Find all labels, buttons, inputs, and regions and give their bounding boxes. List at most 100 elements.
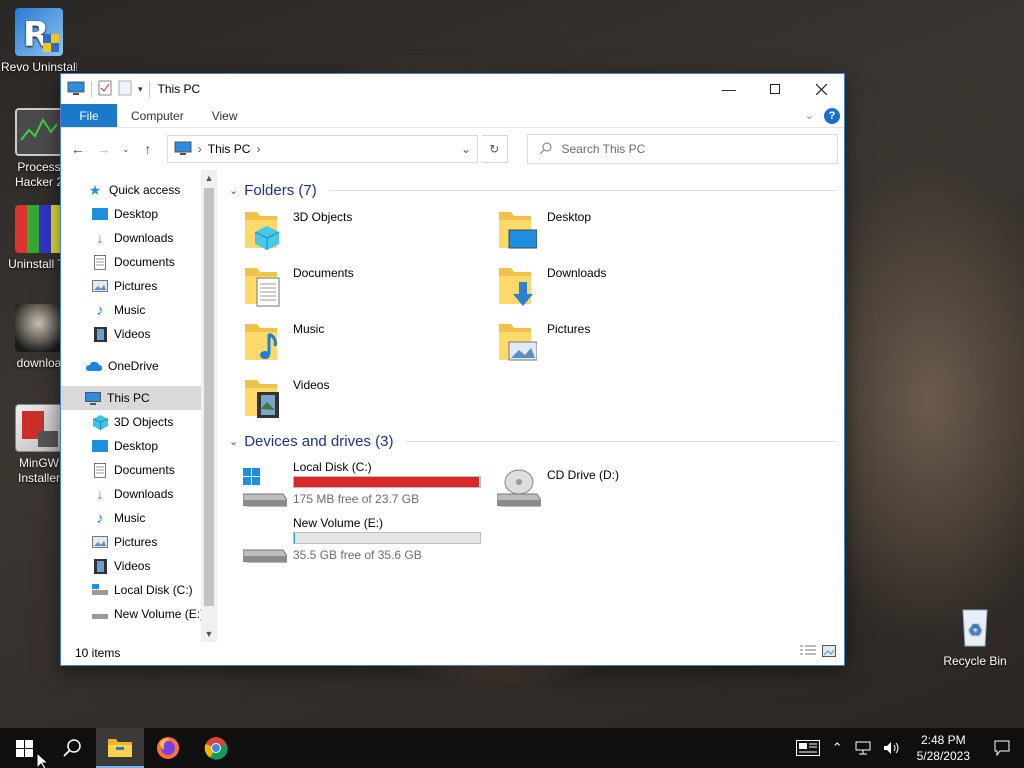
address-history-dropdown[interactable]: ⌄ — [461, 142, 471, 156]
help-icon[interactable]: ? — [824, 107, 840, 124]
folder-music[interactable]: Music — [243, 320, 493, 372]
folder-desktop[interactable]: Desktop — [497, 208, 747, 260]
news-widget-button[interactable] — [790, 740, 826, 756]
action-center-button[interactable] — [980, 740, 1024, 756]
search-button[interactable] — [48, 728, 96, 768]
chevron-up-icon: ⌃ — [831, 740, 843, 755]
search-icon — [63, 739, 81, 757]
folder-videos[interactable]: Videos — [243, 376, 493, 428]
folder-3d-objects[interactable]: 3D Objects — [243, 208, 493, 260]
navigation-pane-scrollbar[interactable]: ▲ ▼ — [201, 170, 217, 642]
tab-computer[interactable]: Computer — [117, 104, 198, 127]
divider — [328, 189, 836, 191]
nav-pc-downloads[interactable]: ↓ Downloads — [61, 482, 217, 506]
up-button[interactable]: ↑ — [137, 137, 159, 161]
nav-label: Pictures — [114, 535, 158, 549]
file-explorer-taskbar-button[interactable] — [96, 728, 144, 768]
chevron-down-icon[interactable]: ⌄ — [229, 184, 238, 197]
nav-qa-pictures[interactable]: Pictures📌 — [61, 274, 217, 298]
show-hidden-icons-button[interactable]: ⌃ — [826, 740, 849, 756]
nav-qa-desktop[interactable]: Desktop📌 — [61, 202, 217, 226]
back-button[interactable]: ← — [67, 137, 89, 161]
divider — [405, 440, 836, 442]
large-icons-view-icon[interactable] — [822, 645, 836, 660]
maximize-button[interactable] — [752, 74, 798, 104]
nav-qa-documents[interactable]: Documents📌 — [61, 250, 217, 274]
drive-new-volume-e[interactable]: New Volume (E:) 35.5 GB free of 35.6 GB — [243, 516, 493, 568]
nav-label: OneDrive — [108, 359, 159, 373]
nav-qa-music[interactable]: ♪ Music — [61, 298, 217, 322]
properties-icon[interactable] — [98, 80, 112, 99]
nav-pc-3d-objects[interactable]: 3D Objects — [61, 410, 217, 434]
chevron-down-icon[interactable]: ⌄ — [229, 435, 238, 448]
cloud-icon — [86, 358, 102, 374]
folder-name: Documents — [293, 266, 354, 280]
nav-pc-videos[interactable]: Videos — [61, 554, 217, 578]
drive-cd-d[interactable]: CD Drive (D:) — [497, 460, 747, 512]
address-bar[interactable]: › This PC › ⌄ — [166, 135, 479, 163]
process-hacker-icon — [15, 108, 63, 156]
network-button[interactable] — [849, 741, 877, 755]
folder-pictures[interactable]: Pictures — [497, 320, 747, 372]
nav-pc-music[interactable]: ♪ Music — [61, 506, 217, 530]
videos-icon — [92, 558, 108, 574]
download-arrow-icon: ↓ — [96, 486, 104, 502]
revo-uninstaller-icon: R — [15, 8, 63, 56]
chevron-right-icon[interactable]: › — [198, 142, 202, 156]
desktop-icon-recycle-bin[interactable]: ♻ Recycle Bin — [937, 602, 1013, 669]
nav-onedrive[interactable]: OneDrive — [61, 354, 217, 378]
details-view-icon[interactable] — [800, 645, 816, 660]
nav-label: Music — [114, 511, 146, 525]
drives-group-header[interactable]: ⌄ Devices and drives (3) — [229, 429, 836, 453]
drive-local-disk-c[interactable]: Local Disk (C:) 175 MB free of 23.7 GB — [243, 460, 493, 512]
nav-pc-pictures[interactable]: Pictures — [61, 530, 217, 554]
nav-pc-desktop[interactable]: Desktop — [61, 434, 217, 458]
close-button[interactable] — [798, 74, 844, 104]
window-title: This PC — [157, 82, 201, 96]
scroll-up-icon[interactable]: ▲ — [201, 170, 217, 186]
nav-label: Documents — [114, 255, 175, 269]
nav-pc-local-disk-c[interactable]: Local Disk (C:) — [61, 578, 217, 602]
customize-qat-icon[interactable]: ▾ — [138, 84, 143, 95]
tab-view[interactable]: View — [198, 104, 252, 127]
drive-icon — [92, 582, 108, 598]
expand-ribbon-icon[interactable]: ⌄ — [805, 109, 814, 122]
this-pc-icon — [67, 81, 85, 98]
refresh-button[interactable]: ↻ — [482, 135, 508, 163]
folder-documents[interactable]: Documents — [243, 264, 493, 316]
nav-quick-access[interactable]: ★ Quick access — [61, 178, 217, 202]
folder-downloads[interactable]: Downloads — [497, 264, 747, 316]
title-bar[interactable]: ▾ This PC — — [61, 74, 844, 104]
firefox-taskbar-button[interactable] — [144, 728, 192, 768]
item-count: 10 items — [75, 645, 121, 660]
folders-group-header[interactable]: ⌄ Folders (7) — [229, 178, 836, 202]
taskbar: ⌃ 2:48 PM 5/28/2023 — [0, 728, 1024, 768]
chevron-right-icon[interactable]: › — [256, 142, 260, 156]
nav-this-pc[interactable]: This PC — [61, 386, 217, 410]
recent-locations-button[interactable]: ⌄ — [119, 137, 134, 161]
desktop-icon-revo[interactable]: R Revo Uninstall — [1, 8, 77, 75]
nav-pc-documents[interactable]: Documents — [61, 458, 217, 482]
forward-button[interactable]: → — [93, 137, 115, 161]
new-folder-icon[interactable] — [118, 80, 132, 99]
search-box[interactable]: Search This PC — [526, 134, 838, 164]
clock[interactable]: 2:48 PM 5/28/2023 — [907, 732, 980, 764]
drive-name: Local Disk (C:) — [293, 460, 372, 474]
minimize-button[interactable]: — — [706, 74, 752, 104]
this-pc-icon — [85, 390, 101, 406]
file-explorer-icon — [108, 739, 132, 757]
volume-button[interactable] — [877, 741, 907, 755]
group-title: Folders (7) — [244, 181, 317, 199]
recycle-bin-icon: ♻ — [951, 602, 999, 650]
group-title: Devices and drives (3) — [244, 432, 394, 450]
scrollbar-thumb[interactable] — [204, 188, 214, 606]
breadcrumb[interactable]: This PC — [208, 142, 251, 156]
desktop-folder-icon — [92, 206, 108, 222]
tab-file[interactable]: File — [61, 104, 117, 127]
nav-pc-new-volume-e[interactable]: New Volume (E:) — [61, 602, 217, 626]
chrome-taskbar-button[interactable] — [192, 728, 240, 768]
nav-qa-downloads[interactable]: ↓ Downloads📌 — [61, 226, 217, 250]
pictures-icon — [92, 278, 108, 294]
nav-qa-videos[interactable]: Videos — [61, 322, 217, 346]
download-arrow-icon: ↓ — [96, 230, 104, 246]
